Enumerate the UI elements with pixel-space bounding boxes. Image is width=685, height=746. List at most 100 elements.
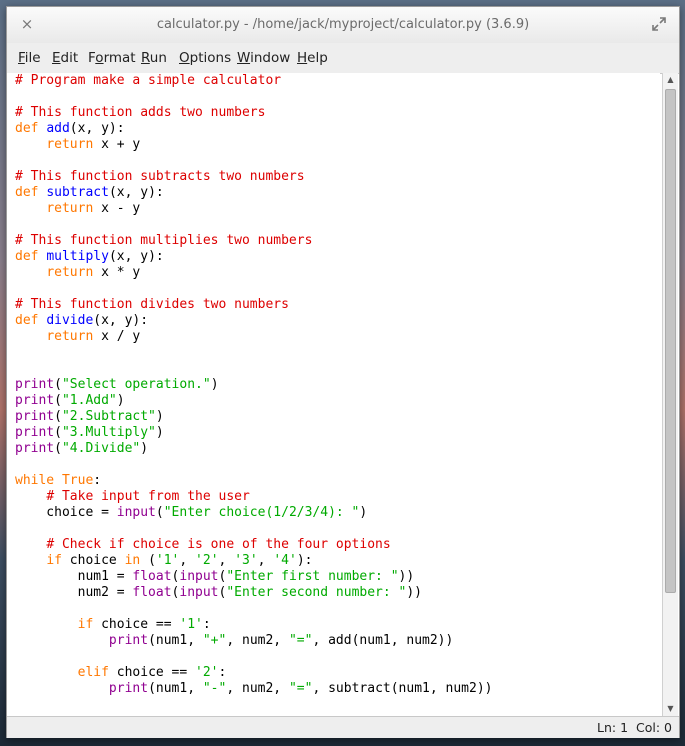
scroll-down-arrow-icon[interactable]: ▼ (663, 702, 678, 716)
code-line[interactable]: def subtract(x, y): (15, 185, 492, 201)
code-token: (x, y): (69, 121, 125, 136)
menu-file[interactable]: File (18, 50, 41, 66)
code-token: (x, y): (93, 313, 149, 328)
code-token: ( (155, 505, 164, 520)
code-token: True (61, 473, 94, 488)
code-line[interactable]: if choice == '1': (15, 617, 492, 633)
code-line[interactable] (15, 89, 492, 105)
code-line[interactable] (15, 601, 492, 617)
menu-run[interactable]: Run (141, 50, 167, 66)
code-line[interactable]: choice = input("Enter choice(1/2/3/4): "… (15, 505, 492, 521)
code-line[interactable]: # Take input from the user (15, 489, 492, 505)
maximize-icon[interactable] (651, 16, 669, 34)
scroll-up-arrow-icon[interactable]: ▲ (663, 73, 678, 87)
code-token: )) (406, 585, 423, 600)
code-line[interactable]: # Program make a simple calculator (15, 73, 492, 89)
code-line[interactable]: print("Select operation.") (15, 377, 492, 393)
code-token: "2.Subtract" (61, 409, 156, 424)
code-line[interactable]: # This function adds two numbers (15, 105, 492, 121)
code-token: x - y (93, 201, 141, 216)
code-token: print (15, 425, 55, 440)
code-editor[interactable]: # Program make a simple calculator # This… (7, 73, 660, 716)
code-token: # This function subtracts two numbers (15, 169, 305, 184)
code-line[interactable]: return x * y (15, 265, 492, 281)
window-title: calculator.py - /home/jack/myproject/cal… (156, 17, 530, 32)
code-line[interactable] (15, 153, 492, 169)
code-line[interactable]: # This function subtracts two numbers (15, 169, 492, 185)
code-line[interactable]: num2 = float(input("Enter second number:… (15, 585, 492, 601)
menu-help[interactable]: Help (297, 50, 328, 66)
code-token: '1' (155, 553, 180, 568)
code-token: (x, y): (108, 185, 164, 200)
code-token: : (93, 473, 102, 488)
code-token: input (179, 569, 219, 584)
code-token: "4.Divide" (61, 441, 141, 456)
code-token: "+" (202, 633, 227, 648)
code-token: ) (155, 425, 164, 440)
code-line[interactable] (15, 281, 492, 297)
code-line[interactable]: return x + y (15, 137, 492, 153)
code-token: elif (77, 665, 109, 680)
code-token: if (77, 617, 94, 632)
code-token: ( (140, 553, 156, 568)
code-token: ) (140, 441, 149, 456)
code-line[interactable] (15, 361, 492, 377)
code-line[interactable]: print(num1, "+", num2, "=", add(num1, nu… (15, 633, 492, 649)
code-line[interactable]: # This function divides two numbers (15, 297, 492, 313)
menu-window[interactable]: Window (237, 50, 290, 66)
code-line[interactable]: print("2.Subtract") (15, 409, 492, 425)
code-line[interactable] (15, 521, 492, 537)
code-token: ( (54, 409, 62, 424)
code-line[interactable] (15, 457, 492, 473)
code-line[interactable]: print("4.Divide") (15, 441, 492, 457)
code-line[interactable]: print("1.Add") (15, 393, 492, 409)
code-line[interactable]: # This function multiplies two numbers (15, 233, 492, 249)
code-line[interactable]: num1 = float(input("Enter first number: … (15, 569, 492, 585)
code-token: float (132, 585, 172, 600)
code-token: float (132, 569, 172, 584)
code-token: # Program make a simple calculator (15, 73, 282, 88)
code-line[interactable]: print(num1, "-", num2, "=", subtract(num… (15, 681, 493, 697)
code-line[interactable]: print("3.Multiply") (15, 425, 492, 441)
code-token: '1' (179, 617, 203, 632)
code-line[interactable]: while True: (15, 473, 492, 489)
code-line[interactable]: elif choice == '2': (15, 665, 492, 681)
code-line[interactable]: if choice in ('1', '2', '3', '4'): (15, 553, 492, 569)
code-text[interactable]: # Program make a simple calculator # This… (15, 73, 492, 697)
code-token: if (46, 553, 62, 568)
code-token: subtract (46, 185, 109, 200)
code-token: num1 = (15, 569, 133, 584)
code-line[interactable]: def divide(x, y): (15, 313, 492, 329)
code-token: '4' (273, 553, 297, 568)
code-token: return (46, 201, 94, 216)
code-line[interactable]: return x - y (15, 201, 492, 217)
code-token: return (46, 137, 94, 152)
menu-edit[interactable]: Edit (52, 50, 78, 66)
menu-bar: File Edit Format Run Options Window Help (7, 43, 679, 74)
menu-format[interactable]: Format (88, 50, 136, 66)
code-token: ( (54, 393, 62, 408)
code-token: return (46, 265, 94, 280)
code-line[interactable]: # Check if choice is one of the four opt… (15, 537, 492, 553)
vertical-scrollbar[interactable]: ▲ ▼ (662, 73, 678, 716)
code-token: print (108, 681, 149, 696)
code-line[interactable]: def multiply(x, y): (15, 249, 492, 265)
scrollbar-thumb[interactable] (665, 89, 676, 593)
code-line[interactable]: return x / y (15, 329, 492, 345)
title-bar[interactable]: × calculator.py - /home/jack/myproject/c… (7, 7, 679, 43)
code-line[interactable]: def add(x, y): (15, 121, 492, 137)
code-line[interactable] (15, 345, 492, 361)
code-token: def (15, 249, 47, 264)
code-line[interactable] (15, 649, 492, 665)
code-line[interactable] (15, 217, 492, 233)
idle-editor-window: × calculator.py - /home/jack/myproject/c… (6, 6, 680, 738)
menu-options[interactable]: Options (179, 50, 231, 66)
code-token: ) (210, 377, 219, 392)
